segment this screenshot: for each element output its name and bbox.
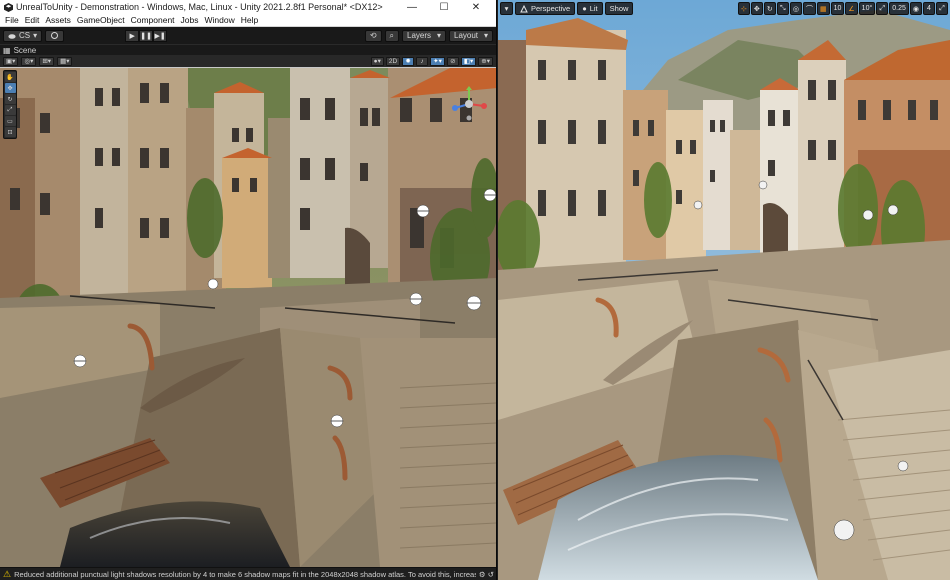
unreal-viewport[interactable]: ▾ Perspective ● Lit Show ⊹ ✥ ↻ ⤡ ◎ ⌒ ▦ 1… [498,0,950,580]
shading-button[interactable]: ●▾ [370,56,384,66]
menu-file[interactable]: File [2,15,22,25]
pause-icon[interactable]: ❚❚ [139,29,154,42]
scale-snap-icon[interactable]: ⤢ [876,2,889,15]
mode-2d-button[interactable]: 2D [385,56,401,66]
grid-snap-button[interactable]: ▦▾ [57,56,73,66]
chevron-down-icon: ▾ [483,31,488,40]
title-bar: UnrealToUnity - Demonstration - Windows,… [0,0,496,14]
cloud-services-icon [51,32,59,39]
effects-toggle-icon[interactable]: ✦▾ [430,56,445,66]
scale-icon[interactable]: ⤡ [776,2,789,15]
show-button[interactable]: Show [604,2,634,15]
camera-button[interactable]: ◧▾ [460,56,477,66]
layers-dropdown[interactable]: Layers ▾ [402,29,446,42]
menu-help[interactable]: Help [238,15,261,25]
camera-speed-icon[interactable]: ◉ [909,2,922,15]
grid-icon: ▦ [3,45,11,55]
transform-tool-icon[interactable]: ⊡ [4,127,16,137]
grid-snap-icon[interactable]: ▦ [816,2,830,15]
main-toolbar: CS ▾ ▶ ❚❚ ▶❚ ⟲ ⌕ Layers ▾ Layout ▾ [0,27,496,44]
menu-gameobject[interactable]: GameObject [74,15,128,25]
status-icons: ⚙ ↺ [478,569,494,579]
move-icon[interactable]: ✥ [750,2,763,15]
rotate-tool-icon[interactable]: ↻ [4,94,16,104]
lit-button[interactable]: ● Lit [577,2,603,15]
account-label: CS [19,31,31,40]
menu-edit[interactable]: Edit [22,15,43,25]
chevron-down-icon: ▾ [33,31,38,40]
gizmos-button[interactable]: ⊕▾ [478,56,493,66]
scale-snap-value[interactable]: 0.25 [889,2,909,15]
play-icon[interactable]: ▶ [125,29,140,42]
unreal-transform-toolbar: ⊹ ✥ ↻ ⤡ ◎ ⌒ ▦ 10 ∠ 10° ⤢ 0.25 ◉ 4 ⤢ [737,2,948,15]
rect-tool-icon[interactable]: ▭ [4,116,16,126]
cloud-button[interactable] [45,29,65,42]
draw-mode-button[interactable]: ▣▾ [3,56,19,66]
search-icon[interactable]: ⌕ [384,29,399,42]
hidden-objects-icon[interactable]: ⊘ [446,56,459,66]
maximize-button[interactable]: ☐ [428,0,460,14]
menu-assets[interactable]: Assets [42,15,74,25]
toolbar-right: ⟲ ⌕ Layers ▾ Layout ▾ [364,29,493,42]
lit-label: Lit [589,4,598,13]
unity-cube-icon [4,2,13,12]
menu-jobs[interactable]: Jobs [178,15,202,25]
hand-tool-icon[interactable]: ✋ [4,72,16,82]
sphere-icon: ● [582,4,587,13]
status-bar: ⚠ Reduced additional punctual light shad… [0,567,496,580]
maximize-viewport-icon[interactable]: ⤢ [936,2,948,15]
chevron-down-icon: ▾ [436,31,441,40]
step-icon[interactable]: ▶❚ [153,29,168,42]
rotation-snap-value[interactable]: 10° [858,2,876,15]
layers-label: Layers [407,31,432,40]
rotation-snap-icon[interactable]: ∠ [845,2,858,15]
audio-toggle-icon[interactable]: ♪ [416,56,429,66]
rotate-icon[interactable]: ↻ [763,2,776,15]
close-button[interactable]: ✕ [460,0,492,14]
orientation-gizmo-icon[interactable] [451,86,487,122]
cloud-icon [8,33,16,39]
unity-editor-window: UnrealToUnity - Demonstration - Windows,… [0,0,497,580]
select-mode-icon[interactable]: ⊹ [737,2,750,15]
menu-window[interactable]: Window [202,15,238,25]
history-icon[interactable]: ⟲ [364,29,382,42]
menu-component[interactable]: Component [128,15,178,25]
perspective-button[interactable]: Perspective [515,2,576,15]
world-space-icon[interactable]: ◎ [789,2,802,15]
account-button[interactable]: CS ▾ [3,29,43,42]
layout-label: Layout [454,31,479,40]
move-tool-icon[interactable]: ✥ [4,83,16,93]
minimize-button[interactable]: — [396,0,428,14]
lighting-toggle-icon[interactable]: ✹ [402,56,415,66]
show-label: Show [609,4,629,13]
warning-icon: ⚠ [3,568,12,579]
scene-view-options: ●▾ 2D ✹ ♪ ✦▾ ⊘ ◧▾ ⊕▾ [370,56,493,66]
pivot-button[interactable]: ⊞▾ [39,56,55,66]
tab-scene[interactable]: ▦ Scene [3,46,36,55]
transform-tools-panel: ✋ ✥ ↻ ⤢ ▭ ⊡ [3,70,17,139]
unreal-scene-render [498,0,950,580]
perspective-icon [520,4,528,12]
scale-tool-icon[interactable]: ⤢ [4,105,16,115]
scene-tab-bar: ▦ Scene [0,44,496,55]
surface-snap-icon[interactable]: ⌒ [802,2,816,15]
scene-viewport[interactable]: ✋ ✥ ↻ ⤢ ▭ ⊡ [0,68,496,567]
status-message[interactable]: Reduced additional punctual light shadow… [14,570,476,579]
viewport-menu-icon[interactable]: ▾ [500,2,513,15]
layout-dropdown[interactable]: Layout ▾ [449,29,493,42]
play-controls: ▶ ❚❚ ▶❚ [125,29,168,42]
window-controls: — ☐ ✕ [396,0,492,14]
menu-bar: File Edit Assets GameObject Component Jo… [0,14,496,27]
grid-snap-value[interactable]: 10 [830,2,845,15]
scene-tab-label: Scene [13,45,37,55]
camera-speed-value[interactable]: 4 [923,2,935,15]
perspective-label: Perspective [531,4,571,13]
scene-render [0,68,496,567]
window-title: UnrealToUnity - Demonstration - Windows,… [16,2,383,12]
scene-view-toolbar: ▣▾ ◎▾ ⊞▾ ▦▾ ●▾ 2D ✹ ♪ ✦▾ ⊘ ◧▾ ⊕▾ [0,55,496,67]
render-mode-button[interactable]: ◎▾ [21,56,37,66]
unreal-view-options: ▾ Perspective ● Lit Show [500,2,634,15]
